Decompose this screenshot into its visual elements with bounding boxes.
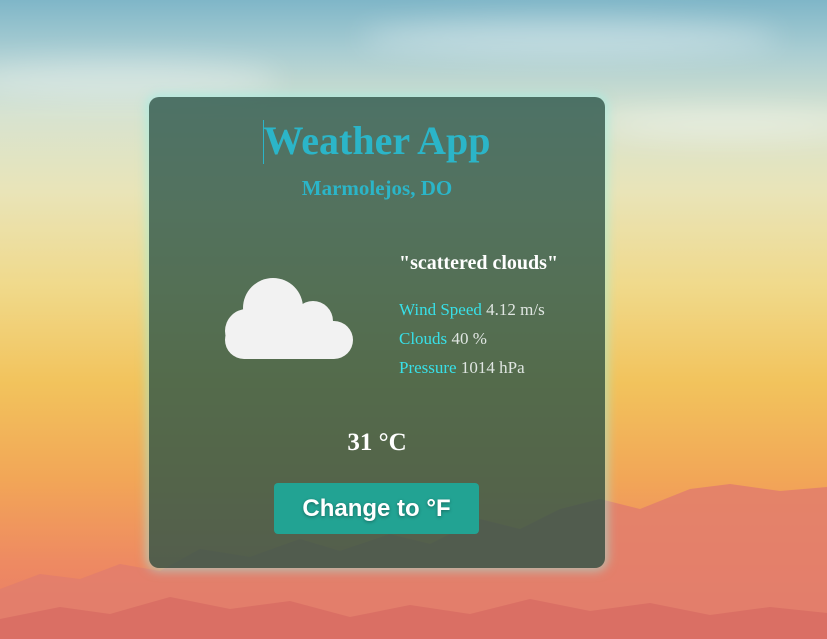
sky-cloud-streak bbox=[360, 20, 780, 56]
detail-label: Wind Speed bbox=[399, 300, 482, 319]
detail-label: Clouds bbox=[399, 329, 448, 348]
change-unit-button[interactable]: Change to °F bbox=[274, 483, 479, 534]
detail-value: 4.12 m/s bbox=[486, 300, 545, 319]
detail-label: Pressure bbox=[399, 358, 457, 377]
temperature-value: 31 °C bbox=[347, 429, 407, 456]
weather-description: "scattered clouds" bbox=[399, 252, 559, 274]
detail-value: 1014 hPa bbox=[460, 358, 525, 377]
sky-cloud-streak bbox=[600, 110, 827, 140]
detail-pressure: Pressure 1014 hPa bbox=[399, 358, 525, 378]
detail-value: 40 % bbox=[451, 329, 487, 348]
detail-clouds: Clouds 40 % bbox=[399, 329, 487, 349]
location-label: Marmolejos, DO bbox=[301, 176, 453, 200]
cloud-icon bbox=[225, 278, 353, 359]
sky-cloud-streak bbox=[0, 60, 280, 100]
detail-wind-speed: Wind Speed 4.12 m/s bbox=[399, 300, 545, 320]
weather-card: Weather App Marmolejos, DO "scattered cl… bbox=[149, 97, 605, 568]
app-title: Weather App bbox=[263, 118, 491, 163]
